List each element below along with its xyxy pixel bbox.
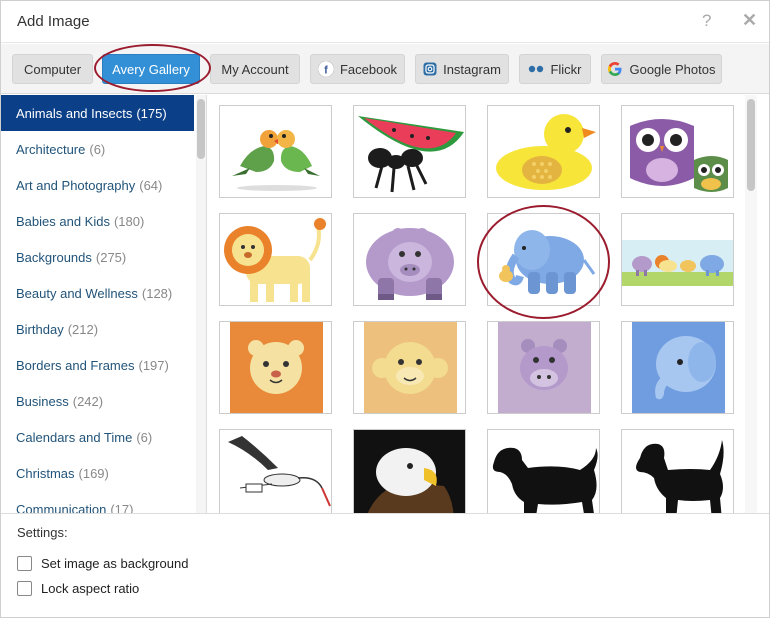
lock-aspect-label: Lock aspect ratio xyxy=(41,580,140,596)
tab-google-photos[interactable]: Google Photos xyxy=(601,54,722,84)
facebook-icon: f xyxy=(317,61,334,77)
category-item[interactable]: Babies and Kids (180) xyxy=(1,203,194,239)
category-count: (242) xyxy=(72,393,104,409)
category-item[interactable]: Art and Photography (64) xyxy=(1,167,194,203)
category-count: (64) xyxy=(139,177,163,193)
category-name: Borders and Frames xyxy=(16,357,135,373)
settings-title: Settings: xyxy=(17,525,68,540)
category-count: (175) xyxy=(136,105,167,121)
gallery-scrollbar[interactable] xyxy=(745,95,757,513)
tab-label: My Account xyxy=(221,61,289,77)
google-icon xyxy=(607,61,623,77)
instagram-icon xyxy=(423,62,437,76)
category-name: Babies and Kids xyxy=(16,213,110,229)
category-name: Calendars and Time xyxy=(16,429,133,445)
gallery-image-monkey-face[interactable] xyxy=(353,321,466,414)
dialog-title: Add Image xyxy=(17,13,90,30)
category-name: Backgrounds xyxy=(16,249,92,265)
category-name: Art and Photography xyxy=(16,177,136,193)
category-name: Birthday xyxy=(16,321,64,337)
gallery-image-hippo[interactable] xyxy=(353,213,466,306)
gallery-image-basset-hound-silhouette[interactable] xyxy=(487,429,600,513)
category-item[interactable]: Business (242) xyxy=(1,383,194,419)
sidebar-scrollbar-thumb[interactable] xyxy=(197,99,205,159)
gallery-image-bald-eagle[interactable] xyxy=(353,429,466,513)
category-item[interactable]: Calendars and Time (6) xyxy=(1,419,194,455)
set-background-checkbox[interactable] xyxy=(17,555,32,571)
image-gallery xyxy=(208,95,769,513)
gallery-scrollbar-thumb[interactable] xyxy=(747,99,755,191)
tab-my-account[interactable]: My Account xyxy=(210,54,300,84)
svg-text:f: f xyxy=(324,65,328,77)
tab-label: Facebook xyxy=(339,61,398,77)
category-item[interactable]: Communication (17) xyxy=(1,491,194,514)
tab-instagram[interactable]: Instagram xyxy=(415,54,509,84)
category-item[interactable]: Animals and Insects (175) xyxy=(1,95,194,131)
category-item[interactable]: Architecture (6) xyxy=(1,131,194,167)
gallery-image-hippo-face[interactable] xyxy=(487,321,600,414)
tab-flickr[interactable]: Flickr xyxy=(519,54,591,84)
gallery-image-lion[interactable] xyxy=(219,213,332,306)
add-image-dialog: Add Image ? ✕ Computer Avery Gallery My … xyxy=(0,0,770,618)
category-count: (169) xyxy=(78,465,109,481)
gallery-image-stork[interactable] xyxy=(219,429,332,513)
category-count: (6) xyxy=(136,429,153,445)
gallery-image-elephant[interactable] xyxy=(487,213,600,306)
category-item[interactable]: Birthday (212) xyxy=(1,311,194,347)
gallery-image-beagle-silhouette[interactable] xyxy=(621,429,734,513)
category-name: Animals and Insects xyxy=(16,105,133,121)
category-name: Christmas xyxy=(16,465,75,481)
help-icon[interactable]: ? xyxy=(702,11,711,31)
category-count: (197) xyxy=(138,357,169,373)
flickr-icon xyxy=(528,65,544,73)
category-item[interactable]: Borders and Frames (197) xyxy=(1,347,194,383)
tab-label: Flickr xyxy=(550,61,582,77)
tab-avery-gallery[interactable]: Avery Gallery xyxy=(102,54,200,84)
set-background-label: Set image as background xyxy=(41,555,189,571)
tab-facebook[interactable]: f Facebook xyxy=(310,54,405,84)
gallery-image-watermelon-ant[interactable] xyxy=(353,105,466,198)
category-name: Beauty and Wellness xyxy=(16,285,138,301)
gallery-image-lovebirds[interactable] xyxy=(219,105,332,198)
close-icon[interactable]: ✕ xyxy=(742,10,757,31)
category-count: (6) xyxy=(89,141,106,157)
category-count: (275) xyxy=(95,249,127,265)
category-item[interactable]: Backgrounds (275) xyxy=(1,239,194,275)
category-count: (212) xyxy=(67,321,99,337)
gallery-image-animal-parade[interactable] xyxy=(621,213,734,306)
category-count: (17) xyxy=(110,501,134,514)
category-name: Communication xyxy=(16,501,107,514)
tab-label: Google Photos xyxy=(629,61,716,77)
category-count: (128) xyxy=(141,285,173,301)
lock-aspect-checkbox[interactable] xyxy=(17,580,32,596)
tab-label: Avery Gallery xyxy=(112,61,190,77)
settings-panel: Settings: Set image as background Lock a… xyxy=(1,513,769,617)
dialog-titlebar: Add Image ? ✕ xyxy=(1,1,769,43)
category-sidebar: Animals and Insects (175) Architecture (6)… xyxy=(1,95,207,513)
category-name: Architecture xyxy=(16,141,86,157)
tab-label: Instagram xyxy=(443,61,501,77)
tab-computer[interactable]: Computer xyxy=(12,54,93,84)
lock-aspect-option[interactable]: Lock aspect ratio xyxy=(17,579,139,597)
category-count: (180) xyxy=(113,213,145,229)
gallery-image-rubber-duck[interactable] xyxy=(487,105,600,198)
category-name: Business xyxy=(16,393,69,409)
set-background-option[interactable]: Set image as background xyxy=(17,554,188,572)
gallery-image-owls[interactable] xyxy=(621,105,734,198)
gallery-image-lion-face[interactable] xyxy=(219,321,332,414)
tab-label: Computer xyxy=(23,61,82,77)
category-item[interactable]: Christmas (169) xyxy=(1,455,194,491)
sidebar-scrollbar[interactable] xyxy=(196,95,206,513)
category-item[interactable]: Beauty and Wellness (128) xyxy=(1,275,194,311)
gallery-image-elephant-face[interactable] xyxy=(621,321,734,414)
source-tabs: Computer Avery Gallery My Account f Face… xyxy=(1,44,769,94)
